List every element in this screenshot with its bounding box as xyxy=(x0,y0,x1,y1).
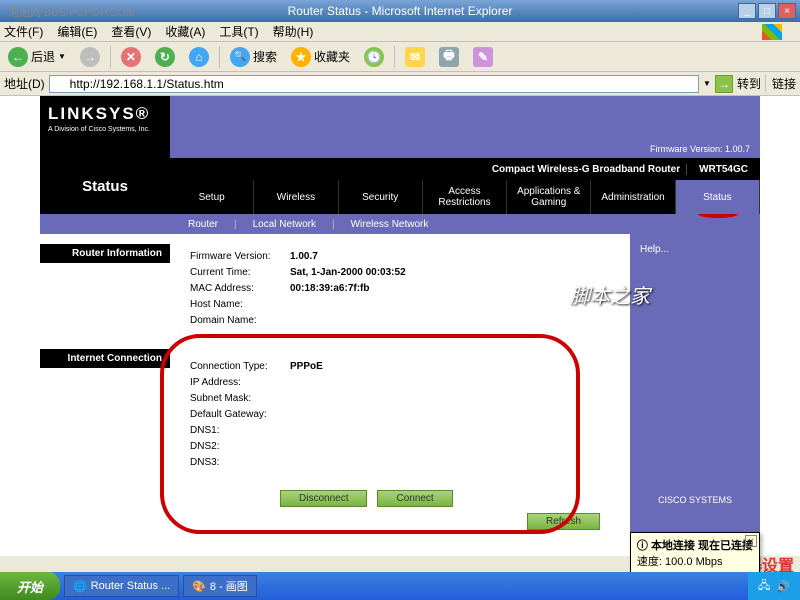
fw-value: 1.00.7 xyxy=(290,251,318,262)
forward-button[interactable]: → xyxy=(76,45,104,69)
page-title: Status xyxy=(40,158,170,214)
window-titlebar: 泡泡网 BBS.PCPOP.COM Router Status - Micros… xyxy=(0,0,800,22)
links-label[interactable]: 链接 xyxy=(765,75,796,92)
connect-button[interactable]: Connect xyxy=(377,490,452,507)
menu-help[interactable]: 帮助(H) xyxy=(273,23,314,40)
menu-tools[interactable]: 工具(T) xyxy=(219,23,258,40)
history-button[interactable]: 🕓 xyxy=(360,45,388,69)
host-label: Host Name: xyxy=(190,299,290,310)
tray-volume-icon[interactable]: 🔊 xyxy=(776,580,790,593)
browser-viewport[interactable]: LINKSYS® A Division of Cisco Systems, In… xyxy=(0,96,800,556)
back-button[interactable]: ←后退 ▼ xyxy=(4,45,70,69)
taskbar-item-paint[interactable]: 🎨8 - 画图 xyxy=(183,575,257,597)
firmware-version-label: Firmware Version: 1.00.7 xyxy=(640,140,760,158)
tab-admin[interactable]: Administration xyxy=(591,180,675,214)
subtab-router[interactable]: Router xyxy=(180,219,226,230)
mac-label: MAC Address: xyxy=(190,283,290,294)
disconnect-button[interactable]: Disconnect xyxy=(280,490,367,507)
tab-apps[interactable]: Applications &Gaming xyxy=(507,180,591,214)
help-link[interactable]: Help... xyxy=(640,244,750,255)
section-router-info: Router Information xyxy=(40,244,170,263)
mail-button[interactable]: ✉ xyxy=(401,45,429,69)
subnet-label: Subnet Mask: xyxy=(190,393,290,404)
tab-wireless[interactable]: Wireless xyxy=(254,180,338,214)
balloon-speed: 速度: 100.0 Mbps xyxy=(637,553,753,569)
start-button[interactable]: 开始 xyxy=(0,572,60,600)
cisco-logo: CISCO SYSTEMS xyxy=(640,495,750,505)
go-button[interactable]: → xyxy=(715,75,733,93)
content-sidebar: Router Information Internet Connection xyxy=(40,234,170,556)
address-dropdown-icon[interactable]: ▼ xyxy=(703,79,711,88)
menubar: 文件(F) 编辑(E) 查看(V) 收藏(A) 工具(T) 帮助(H) xyxy=(0,22,800,42)
tab-security[interactable]: Security xyxy=(339,180,423,214)
watermark-center: 脚本之家 xyxy=(570,280,650,309)
ip-label: IP Address: xyxy=(190,377,290,388)
domain-label: Domain Name: xyxy=(190,315,290,326)
conn-label: Connection Type: xyxy=(190,361,290,372)
mac-value: 00:18:39:a6:7f:fb xyxy=(290,283,369,294)
annotation-mark xyxy=(698,210,738,218)
home-button[interactable]: ⌂ xyxy=(185,45,213,69)
address-input[interactable] xyxy=(49,75,699,93)
system-tray[interactable]: 🖧 🔊 xyxy=(748,572,800,600)
menu-favorites[interactable]: 收藏(A) xyxy=(165,23,205,40)
refresh-button[interactable]: ↻ xyxy=(151,45,179,69)
stop-button[interactable]: ✕ xyxy=(117,45,145,69)
content-area: Router Information Internet Connection F… xyxy=(40,234,760,556)
conn-value: PPPoE xyxy=(290,361,323,372)
linksys-logo: LINKSYS® A Division of Cisco Systems, In… xyxy=(40,96,170,158)
search-button[interactable]: 🔍搜索 xyxy=(226,45,281,69)
subtab-local[interactable]: Local Network xyxy=(245,219,324,230)
edit-button[interactable]: ✎ xyxy=(469,45,497,69)
tab-setup[interactable]: Setup xyxy=(170,180,254,214)
product-bar: Compact Wireless-G Broadband Router WRT5… xyxy=(170,158,760,180)
model-name: WRT54GC xyxy=(686,164,760,175)
windows-logo-icon xyxy=(762,24,782,40)
taskbar: 开始 🌐Router Status ... 🎨8 - 画图 🖧 🔊 xyxy=(0,572,800,600)
minimize-button[interactable]: _ xyxy=(738,3,756,19)
menu-edit[interactable]: 编辑(E) xyxy=(57,23,97,40)
balloon-close-button[interactable]: × xyxy=(745,535,757,547)
address-bar: 地址(D) ▼ → 转到 链接 xyxy=(0,72,800,96)
network-balloon: ⓘ 本地连接 现在已连接 速度: 100.0 Mbps × xyxy=(630,532,760,574)
window-title: Router Status - Microsoft Internet Explo… xyxy=(288,4,513,18)
toolbar: ←后退 ▼ → ✕ ↻ ⌂ 🔍搜索 ★收藏夹 🕓 ✉ 🖶 ✎ xyxy=(0,42,800,72)
content-main: Firmware Version:1.00.7 Current Time:Sat… xyxy=(170,234,630,556)
tray-network-icon[interactable]: 🖧 xyxy=(758,577,770,596)
subtab-wireless[interactable]: Wireless Network xyxy=(343,219,437,230)
tab-status[interactable]: Status xyxy=(676,180,760,214)
favorites-button[interactable]: ★收藏夹 xyxy=(287,45,354,69)
page-header: LINKSYS® A Division of Cisco Systems, In… xyxy=(40,96,760,158)
dns3-label: DNS3: xyxy=(190,457,290,468)
dns2-label: DNS2: xyxy=(190,441,290,452)
gw-label: Default Gateway: xyxy=(190,409,290,420)
go-label[interactable]: 转到 xyxy=(737,75,761,92)
menu-file[interactable]: 文件(F) xyxy=(4,23,43,40)
main-tabs: Setup Wireless Security AccessRestrictio… xyxy=(170,180,760,214)
print-button[interactable]: 🖶 xyxy=(435,45,463,69)
balloon-title: 本地连接 现在已连接 xyxy=(651,540,753,552)
refresh-page-button[interactable]: Refresh xyxy=(527,513,600,530)
watermark-top: 泡泡网 BBS.PCPOP.COM xyxy=(8,4,135,20)
menu-view[interactable]: 查看(V) xyxy=(111,23,151,40)
time-label: Current Time: xyxy=(190,267,290,278)
address-label: 地址(D) xyxy=(4,75,45,92)
dns1-label: DNS1: xyxy=(190,425,290,436)
tab-access[interactable]: AccessRestrictions xyxy=(423,180,507,214)
section-internet: Internet Connection xyxy=(40,349,170,368)
router-page: LINKSYS® A Division of Cisco Systems, In… xyxy=(40,96,760,556)
sub-tabs: Router | Local Network | Wireless Networ… xyxy=(40,214,760,234)
nav-row: Status Compact Wireless-G Broadband Rout… xyxy=(40,158,760,214)
fw-label: Firmware Version: xyxy=(190,251,290,262)
product-name: Compact Wireless-G Broadband Router xyxy=(492,164,686,175)
close-button[interactable]: × xyxy=(778,3,796,19)
taskbar-item-browser[interactable]: 🌐Router Status ... xyxy=(64,575,179,597)
time-value: Sat, 1-Jan-2000 00:03:52 xyxy=(290,267,406,278)
maximize-button[interactable]: □ xyxy=(758,3,776,19)
